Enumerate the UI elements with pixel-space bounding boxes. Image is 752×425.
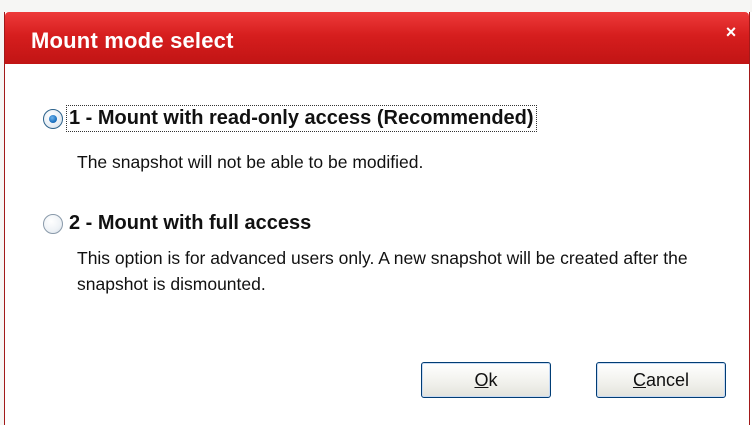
option-full-access-label[interactable]: 2 - Mount with full access <box>67 211 313 236</box>
background-top <box>0 0 752 12</box>
cancel-button[interactable]: Cancel <box>596 362 726 398</box>
title-bar[interactable]: Mount mode select × <box>5 12 749 64</box>
dialog-content: 1 - Mount with read-only access (Recomme… <box>5 64 749 425</box>
option-read-only-description: The snapshot will not be able to be modi… <box>77 152 424 172</box>
option-read-only[interactable]: 1 - Mount with read-only access (Recomme… <box>43 105 537 132</box>
close-icon[interactable]: × <box>721 22 741 42</box>
radio-selected-icon[interactable] <box>43 108 63 129</box>
dialog-title: Mount mode select <box>31 28 234 53</box>
mount-mode-dialog: Mount mode select × 1 - Mount with read-… <box>4 12 750 425</box>
radio-unselected-icon[interactable] <box>43 213 63 234</box>
radio-dot <box>49 114 57 123</box>
option-read-only-label[interactable]: 1 - Mount with read-only access (Recomme… <box>66 105 537 132</box>
option-full-access[interactable]: 2 - Mount with full access <box>43 211 313 236</box>
ok-button[interactable]: Ok <box>421 362 551 398</box>
option-full-access-description: This option is for advanced users only. … <box>77 248 688 294</box>
